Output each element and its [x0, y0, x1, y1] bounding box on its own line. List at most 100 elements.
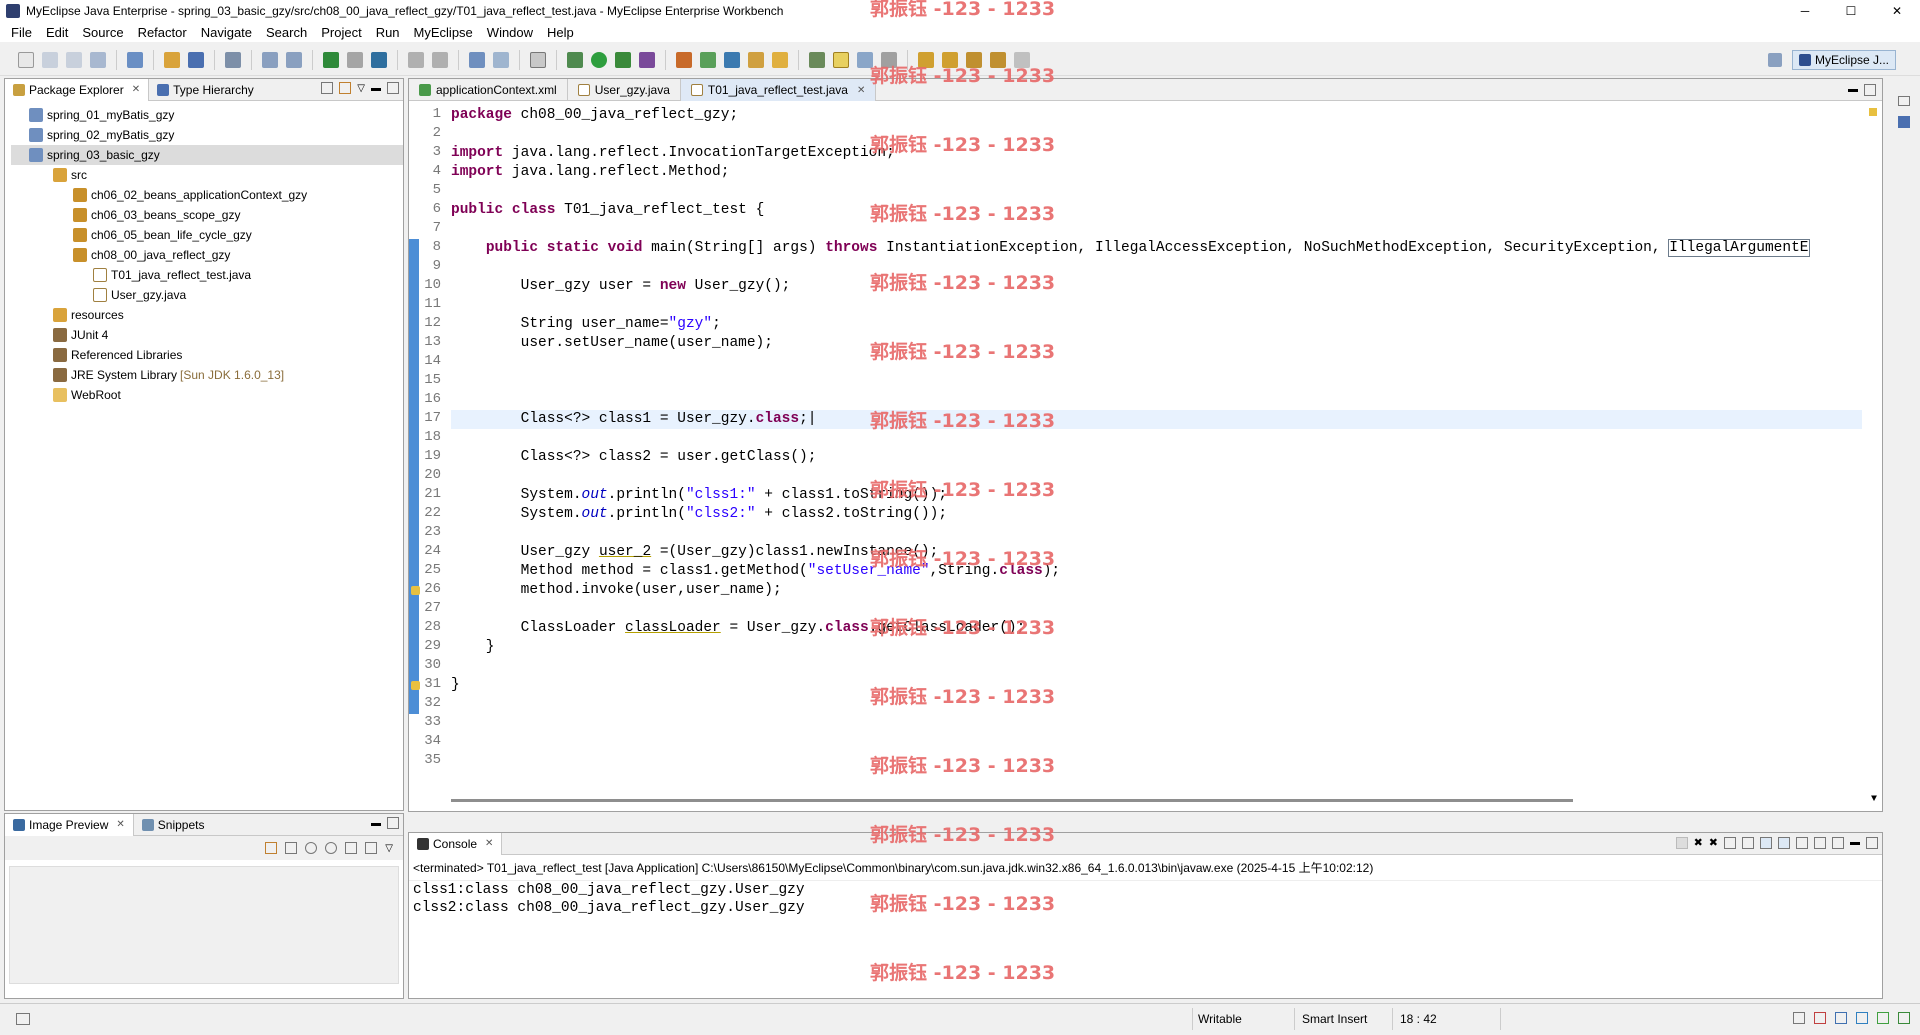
console-icon[interactable]: [530, 51, 546, 68]
menu-edit[interactable]: Edit: [39, 25, 75, 40]
original-size-icon[interactable]: [345, 842, 358, 854]
spring-icon[interactable]: [700, 51, 716, 68]
uml-icon[interactable]: [748, 51, 764, 68]
minimize-view-icon[interactable]: ▬: [1850, 837, 1860, 848]
print-icon[interactable]: [90, 51, 106, 68]
tree-item-package[interactable]: ch08_00_java_reflect_gzy: [11, 245, 403, 265]
remove-all-icon[interactable]: ✖: [1709, 836, 1718, 849]
restore-icon[interactable]: [1898, 96, 1910, 106]
next-annotation-icon[interactable]: [918, 51, 934, 68]
package-icon[interactable]: [164, 51, 180, 68]
tray-icon[interactable]: [1898, 1012, 1910, 1024]
tab-console[interactable]: Console ✕: [409, 832, 503, 855]
nav-back-icon[interactable]: [990, 51, 1006, 68]
tree-item-project[interactable]: spring_01_myBatis_gzy: [11, 105, 403, 125]
maximize-button[interactable]: ☐: [1828, 0, 1874, 22]
close-icon[interactable]: ✕: [132, 84, 140, 95]
terminate-icon[interactable]: [1675, 836, 1688, 849]
jsp-icon[interactable]: [347, 51, 363, 68]
tree-item-package[interactable]: ch06_02_beans_applicationContext_gzy: [11, 185, 403, 205]
new-interface-icon[interactable]: [493, 51, 509, 68]
highlight-icon[interactable]: [833, 51, 849, 68]
back-icon[interactable]: [408, 51, 424, 68]
tray-icon[interactable]: [1856, 1012, 1868, 1024]
new-class-icon[interactable]: [469, 51, 485, 68]
fast-view-icon[interactable]: [16, 1013, 30, 1025]
menu-window[interactable]: Window: [480, 25, 540, 40]
server-icon[interactable]: [225, 51, 241, 68]
tree-item-project[interactable]: spring_02_myBatis_gzy: [11, 125, 403, 145]
view-menu-icon[interactable]: ▽: [357, 83, 365, 94]
zoom-in-icon[interactable]: [325, 842, 338, 854]
save-icon[interactable]: [42, 51, 58, 68]
menu-project[interactable]: Project: [314, 25, 368, 40]
menu-search[interactable]: Search: [259, 25, 314, 40]
clear-console-icon[interactable]: [1724, 836, 1736, 849]
block-selection-icon[interactable]: [857, 51, 873, 68]
globe-icon[interactable]: [371, 51, 387, 68]
tree-item-library[interactable]: JRE System Library [Sun JDK 1.6.0_13]: [11, 365, 403, 385]
new-icon[interactable]: [18, 51, 34, 68]
menu-myeclipse[interactable]: MyEclipse: [407, 25, 480, 40]
menu-help[interactable]: Help: [540, 25, 581, 40]
display-console-icon[interactable]: [1814, 836, 1826, 849]
menu-refactor[interactable]: Refactor: [131, 25, 194, 40]
tree-item-java-file[interactable]: T01_java_reflect_test.java: [11, 265, 403, 285]
run-icon[interactable]: [591, 51, 607, 68]
close-icon[interactable]: ✕: [485, 838, 493, 849]
tab-image-preview[interactable]: Image Preview ✕: [5, 813, 134, 836]
show-on-stdout-icon[interactable]: [1760, 836, 1772, 849]
tray-icon[interactable]: [1877, 1012, 1889, 1024]
minimize-view-icon[interactable]: ▬: [1848, 84, 1858, 95]
last-edit-icon[interactable]: [966, 51, 982, 68]
editor-vertical-scrollbar[interactable]: ▼: [1862, 102, 1882, 811]
outline-view-icon[interactable]: [1898, 116, 1910, 128]
warning-icon[interactable]: [411, 681, 420, 690]
maximize-view-icon[interactable]: [1866, 836, 1878, 849]
database-icon[interactable]: [724, 51, 740, 68]
code-editor[interactable]: 1 2 3 4 5 6 7 8 9 10 11 12 13 14 15 16 17 18 19 20 21 22 23 24 2…: [409, 102, 1882, 811]
scroll-lock-icon[interactable]: [1742, 836, 1754, 849]
tab-t01-java-reflect-test[interactable]: T01_java_reflect_test.java ✕: [680, 79, 877, 101]
open-console-icon[interactable]: [1832, 836, 1844, 849]
close-icon[interactable]: ✕: [116, 819, 124, 830]
console-output[interactable]: <terminated> T01_java_reflect_test [Java…: [409, 855, 1882, 998]
tree-item-src-folder[interactable]: src: [11, 165, 403, 185]
pin-console-icon[interactable]: [1796, 836, 1808, 849]
prev-annotation-icon[interactable]: [942, 51, 958, 68]
tree-item-package[interactable]: ch06_03_beans_scope_gzy: [11, 205, 403, 225]
tree-item-package[interactable]: ch06_05_bean_life_cycle_gzy: [11, 225, 403, 245]
external-tools-icon[interactable]: [639, 51, 655, 68]
open-perspective-icon[interactable]: [1767, 53, 1782, 67]
menu-source[interactable]: Source: [75, 25, 130, 40]
tree-item-library[interactable]: JUnit 4: [11, 325, 403, 345]
link-icon[interactable]: [809, 51, 825, 68]
menu-run[interactable]: Run: [369, 25, 407, 40]
nav-forward-icon[interactable]: [1014, 51, 1030, 68]
scrollbar-thumb[interactable]: [451, 799, 1573, 802]
tab-package-explorer[interactable]: Package Explorer ✕: [5, 78, 150, 101]
report-icon[interactable]: [772, 51, 788, 68]
tray-icon[interactable]: [1835, 1012, 1847, 1024]
maximize-view-icon[interactable]: [1864, 83, 1876, 96]
maximize-view-icon[interactable]: [387, 817, 399, 829]
debug-icon[interactable]: [567, 51, 583, 68]
save-all-icon[interactable]: [66, 51, 82, 68]
scroll-down-icon[interactable]: ▼: [1871, 794, 1877, 805]
minimize-view-icon[interactable]: ▬: [371, 818, 381, 829]
tab-snippets[interactable]: Snippets: [134, 814, 213, 836]
code-text[interactable]: package ch08_00_java_reflect_gzy; import…: [451, 102, 1862, 811]
hibernate-icon[interactable]: [676, 51, 692, 68]
view-menu-icon[interactable]: ▽: [385, 843, 393, 854]
minimize-button[interactable]: ─: [1782, 0, 1828, 22]
menu-navigate[interactable]: Navigate: [194, 25, 259, 40]
close-icon[interactable]: ✕: [857, 85, 865, 96]
collapse-all-icon[interactable]: [321, 82, 334, 94]
tab-applicationcontext-xml[interactable]: applicationContext.xml: [409, 79, 568, 101]
forward-icon[interactable]: [432, 51, 448, 68]
close-button[interactable]: ✕: [1874, 0, 1920, 22]
open-resource-icon[interactable]: [286, 51, 302, 68]
tree-item-project[interactable]: spring_03_basic_gzy: [11, 145, 403, 165]
tray-icon[interactable]: [1814, 1012, 1826, 1024]
sync-icon[interactable]: [265, 842, 278, 854]
